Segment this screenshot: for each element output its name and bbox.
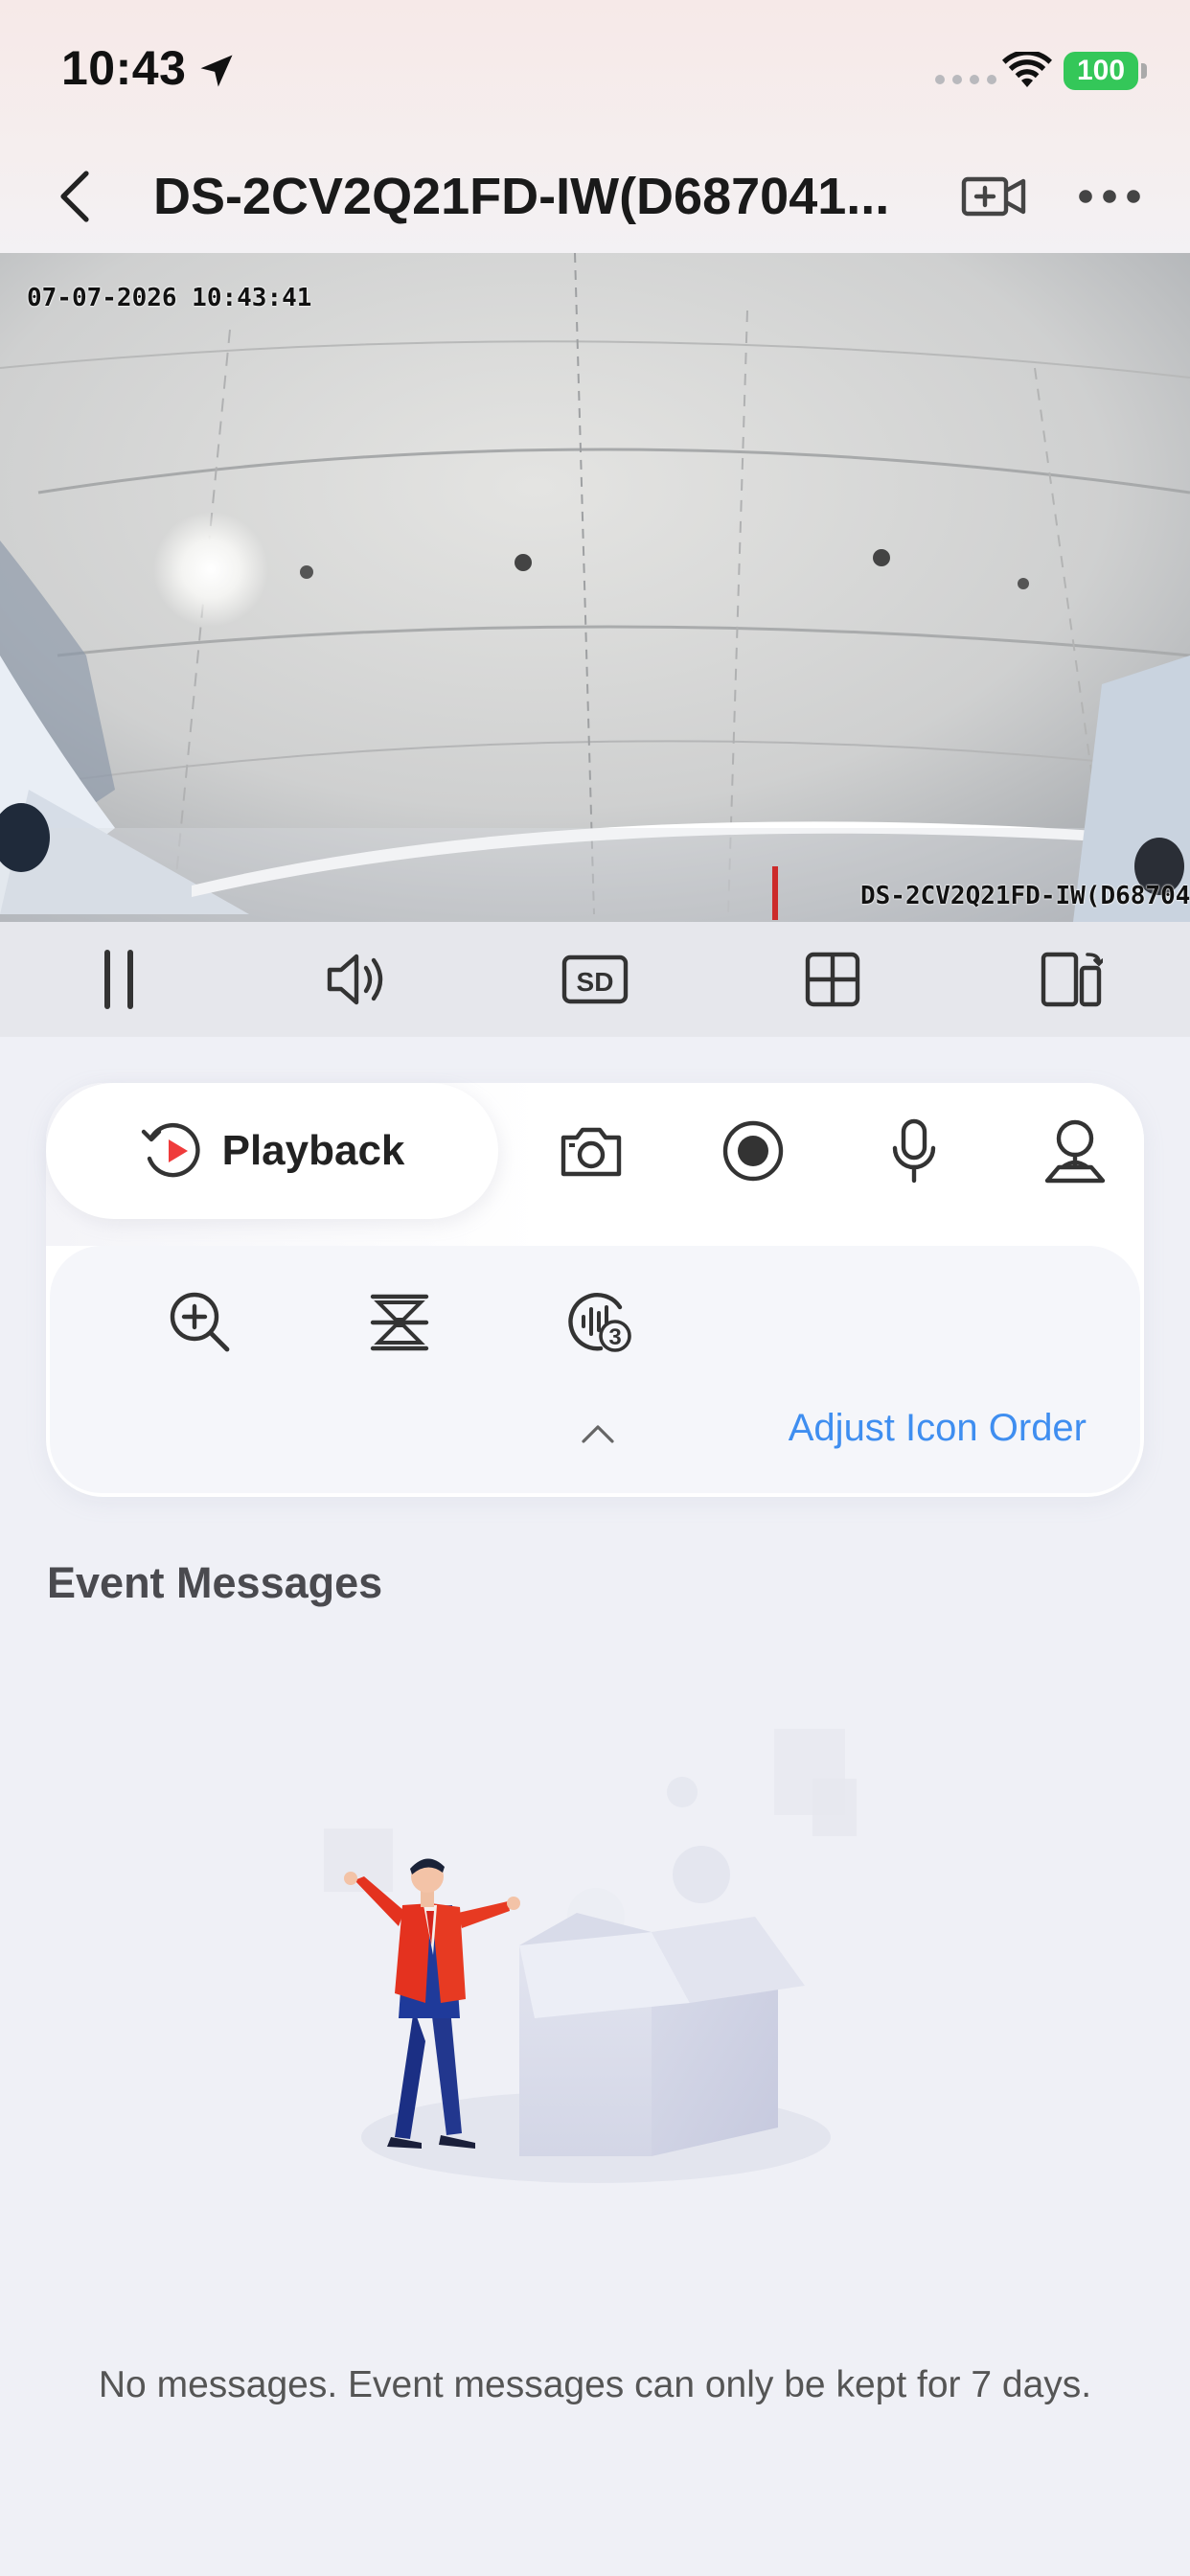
talk-button[interactable]	[871, 1108, 957, 1194]
fullscreen-icon	[1041, 952, 1103, 1007]
speaker-icon	[327, 954, 382, 1005]
more-tools-panel: 3 Adjust Icon Order	[50, 1246, 1140, 1493]
cellular-dots-icon	[935, 75, 996, 84]
pause-button[interactable]	[76, 936, 162, 1023]
back-button[interactable]	[46, 163, 103, 230]
battery-level: 100	[1076, 55, 1126, 86]
nav-bar: DS-2CV2Q21FD-IW(D687041...	[0, 144, 1190, 253]
ptz-icon	[1044, 1119, 1106, 1184]
sd-quality-icon: SD	[561, 954, 629, 1004]
live-video-view[interactable]: 07-07-2026 10:43:41 DS-2CV2Q21FD-IW(D687…	[0, 253, 1190, 922]
status-bar: 10:43 100	[0, 0, 1190, 144]
record-button[interactable]	[710, 1108, 796, 1194]
page-title: DS-2CV2Q21FD-IW(D687041...	[153, 168, 890, 225]
playback-icon	[141, 1122, 200, 1178]
action-card: Playback 3 Adjust Icon Order	[46, 1083, 1144, 1497]
playback-button[interactable]: Playback	[46, 1083, 498, 1219]
quality-button[interactable]: SD	[552, 936, 638, 1023]
adjust-icon-order-link[interactable]: Adjust Icon Order	[789, 1407, 1087, 1450]
split-view-icon	[806, 952, 860, 1007]
empty-state-illustration	[324, 1729, 857, 2183]
add-camera-button[interactable]	[958, 163, 1031, 230]
status-time: 10:43	[61, 41, 187, 95]
playback-label: Playback	[221, 1127, 405, 1174]
battery-icon: 100	[1064, 52, 1138, 90]
audio-level-button[interactable]: 3	[557, 1278, 643, 1365]
video-device-label: DS-2CV2Q21FD-IW(D687041	[860, 882, 1190, 910]
battery-tip	[1141, 63, 1147, 79]
quality-label: SD	[577, 967, 614, 997]
empty-state-message: No messages. Event messages can only be …	[98, 2364, 1092, 2405]
location-arrow-icon	[200, 55, 233, 87]
playback-control-bar: SD	[0, 922, 1190, 1037]
top-area: 10:43 100 DS-2CV2Q21FD-IW(D687041...	[0, 0, 1190, 253]
split-view-button[interactable]	[790, 936, 876, 1023]
back-icon	[60, 171, 89, 222]
add-camera-icon	[961, 176, 1026, 217]
audio-level-icon: 3	[568, 1293, 631, 1352]
zoom-in-icon	[170, 1292, 230, 1352]
image-flip-button[interactable]	[356, 1278, 443, 1365]
video-frame	[0, 253, 1190, 922]
pause-icon	[104, 950, 134, 1009]
fullscreen-button[interactable]	[1028, 936, 1114, 1023]
microphone-icon	[892, 1118, 936, 1184]
audio-level-badge: 3	[608, 1324, 621, 1350]
more-button[interactable]	[1071, 163, 1148, 230]
camera-snapshot-icon	[561, 1127, 622, 1177]
zoom-button[interactable]	[156, 1278, 242, 1365]
sound-button[interactable]	[314, 936, 400, 1023]
image-flip-icon	[370, 1294, 429, 1351]
wifi-icon	[1002, 52, 1052, 87]
record-icon	[722, 1120, 784, 1182]
more-icon	[1079, 190, 1140, 203]
collapse-button[interactable]	[579, 1414, 617, 1453]
ptz-button[interactable]	[1032, 1108, 1118, 1194]
snapshot-button[interactable]	[548, 1108, 634, 1194]
video-timestamp: 07-07-2026 10:43:41	[27, 284, 312, 312]
chevron-up-icon	[582, 1425, 614, 1443]
event-messages-title: Event Messages	[47, 1558, 383, 1607]
